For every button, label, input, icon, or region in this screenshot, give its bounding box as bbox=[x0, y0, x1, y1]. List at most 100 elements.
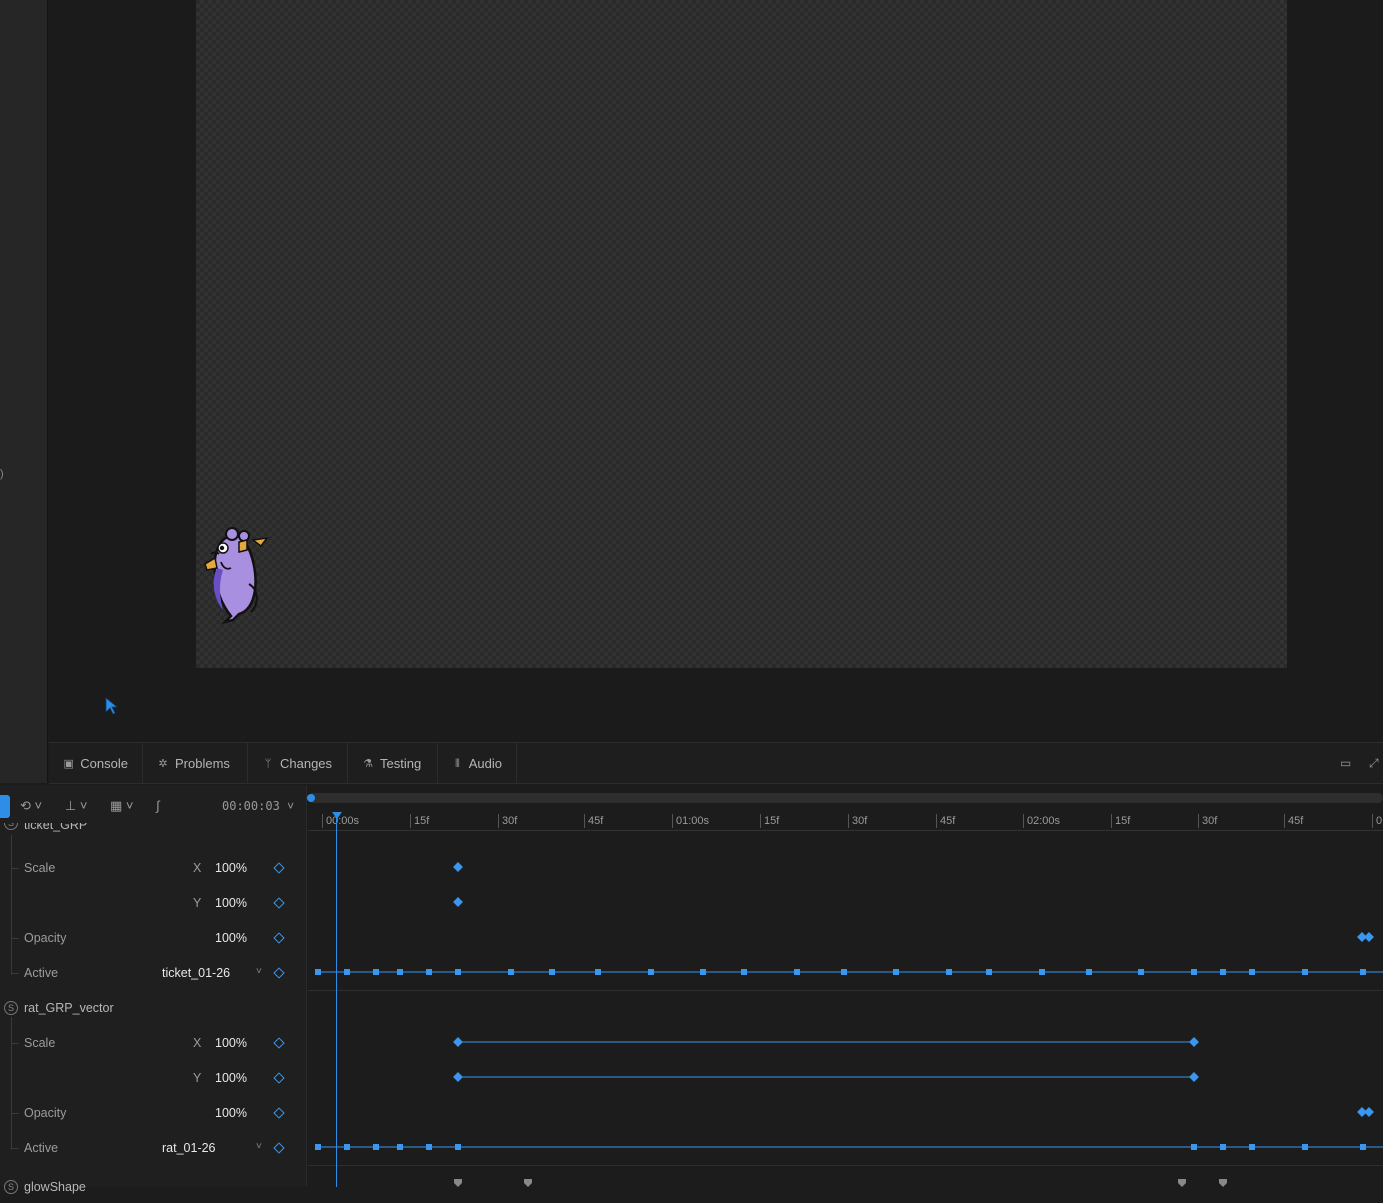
tab-label: Problems bbox=[175, 756, 230, 771]
hold-keyframe[interactable] bbox=[1220, 969, 1226, 975]
hold-keyframe[interactable] bbox=[344, 1144, 350, 1150]
property-row-active[interactable]: Active ticket_01-26 ˅ bbox=[0, 956, 307, 991]
rat-character-graphic[interactable] bbox=[201, 524, 273, 626]
chevron-down-icon[interactable]: ˅ bbox=[256, 966, 262, 977]
hold-keyframe[interactable] bbox=[648, 969, 654, 975]
marker-icon[interactable] bbox=[524, 1179, 532, 1187]
keyframe-diamond[interactable] bbox=[453, 1072, 463, 1082]
keyframe-diamond[interactable] bbox=[453, 1037, 463, 1047]
hold-keyframe[interactable] bbox=[397, 969, 403, 975]
property-value[interactable]: 100% bbox=[215, 896, 247, 910]
hold-keyframe[interactable] bbox=[700, 969, 706, 975]
hold-keyframe[interactable] bbox=[1302, 969, 1308, 975]
hold-keyframe[interactable] bbox=[1302, 1144, 1308, 1150]
stage-viewport[interactable] bbox=[49, 0, 1383, 742]
snap-icon[interactable]: ⊥ ˅ bbox=[65, 798, 88, 814]
tab-changes[interactable]: ᛘ Changes bbox=[248, 743, 348, 784]
marker-icon[interactable] bbox=[1219, 1179, 1227, 1187]
keyframe-toggle-icon[interactable] bbox=[273, 1142, 285, 1154]
keyframe-toggle-icon[interactable] bbox=[273, 967, 285, 979]
property-value[interactable]: 100% bbox=[215, 931, 247, 945]
property-row-opacity[interactable]: Opacity 100% bbox=[0, 921, 307, 956]
property-row-scale-x[interactable]: Scale X 100% bbox=[0, 851, 307, 886]
selection-tool-button[interactable] bbox=[0, 795, 10, 818]
hold-keyframe[interactable] bbox=[373, 969, 379, 975]
hold-keyframe[interactable] bbox=[1039, 969, 1045, 975]
hold-keyframe[interactable] bbox=[841, 969, 847, 975]
keyframe-toggle-icon[interactable] bbox=[273, 932, 285, 944]
hold-keyframe[interactable] bbox=[1360, 1144, 1366, 1150]
keyframe-diamond[interactable] bbox=[1189, 1072, 1199, 1082]
tab-console[interactable]: ▣ Console bbox=[49, 743, 143, 784]
hold-keyframe[interactable] bbox=[1220, 1144, 1226, 1150]
hold-keyframe[interactable] bbox=[455, 1144, 461, 1150]
property-value[interactable]: 100% bbox=[215, 861, 247, 875]
hold-keyframe[interactable] bbox=[986, 969, 992, 975]
hold-keyframe[interactable] bbox=[397, 1144, 403, 1150]
keyframe-toggle-icon[interactable] bbox=[273, 897, 285, 909]
hold-keyframe[interactable] bbox=[946, 969, 952, 975]
hold-keyframe[interactable] bbox=[426, 1144, 432, 1150]
hold-keyframe[interactable] bbox=[794, 969, 800, 975]
keyframe-toggle-icon[interactable] bbox=[273, 862, 285, 874]
hold-keyframe[interactable] bbox=[1249, 969, 1255, 975]
hold-keyframe[interactable] bbox=[315, 1144, 321, 1150]
tab-audio[interactable]: ⦀ Audio bbox=[438, 743, 517, 784]
playhead-line[interactable] bbox=[336, 812, 337, 1187]
hold-keyframe[interactable] bbox=[315, 969, 321, 975]
tab-testing[interactable]: ⚗ Testing bbox=[348, 743, 438, 784]
hold-keyframe[interactable] bbox=[549, 969, 555, 975]
keyframe-diamond[interactable] bbox=[453, 862, 463, 872]
loop-mode-icon[interactable]: ⟲ ˅ bbox=[20, 798, 42, 814]
keyframe-diamond[interactable] bbox=[1364, 932, 1374, 942]
property-row-scale-y[interactable]: Y 100% bbox=[0, 1061, 307, 1096]
keyframe-diamond[interactable] bbox=[453, 897, 463, 907]
group-row-ticket-grp[interactable]: ticket_GRP S bbox=[0, 823, 307, 837]
property-row-opacity[interactable]: Opacity 100% bbox=[0, 1096, 307, 1131]
hold-keyframe[interactable] bbox=[741, 969, 747, 975]
panel-layout-icon[interactable]: ▭ bbox=[1340, 756, 1354, 770]
hold-keyframe[interactable] bbox=[1138, 969, 1144, 975]
tree-branch bbox=[11, 1148, 19, 1149]
timecode-display[interactable]: 00:00:03 ˅ bbox=[222, 799, 294, 814]
group-row-glowshape[interactable]: S glowShape bbox=[0, 1173, 307, 1203]
timeline-tracks-panel[interactable]: 00:00s 15f 30f 45f 01:00s 15f 30f 45f 02:00s 15f 3… bbox=[307, 785, 1383, 1187]
property-row-scale-x[interactable]: Scale X 100% bbox=[0, 1026, 307, 1061]
marker-icon[interactable] bbox=[454, 1179, 462, 1187]
hold-keyframe[interactable] bbox=[1360, 969, 1366, 975]
property-row-active[interactable]: Active rat_01-26 ˅ bbox=[0, 1131, 307, 1166]
property-value[interactable]: 100% bbox=[215, 1106, 247, 1120]
hold-keyframe[interactable] bbox=[1086, 969, 1092, 975]
hold-keyframe[interactable] bbox=[508, 969, 514, 975]
keyframe-diamond[interactable] bbox=[1364, 1107, 1374, 1117]
keyframe-diamond[interactable] bbox=[1189, 1037, 1199, 1047]
tab-problems[interactable]: ✲ Problems bbox=[143, 743, 248, 784]
group-row-rat-grp-vector[interactable]: S rat_GRP_vector bbox=[0, 994, 307, 1024]
keyframe-toggle-icon[interactable] bbox=[273, 1107, 285, 1119]
playhead-handle[interactable] bbox=[332, 812, 342, 819]
hold-keyframe[interactable] bbox=[893, 969, 899, 975]
active-select[interactable]: ticket_01-26 bbox=[162, 966, 230, 980]
hold-keyframe[interactable] bbox=[1191, 1144, 1197, 1150]
hold-keyframe[interactable] bbox=[455, 969, 461, 975]
hold-keyframe[interactable] bbox=[1249, 1144, 1255, 1150]
artboard-canvas[interactable] bbox=[196, 0, 1287, 668]
hold-keyframe[interactable] bbox=[373, 1144, 379, 1150]
keyframe-tracks[interactable] bbox=[308, 785, 1383, 1187]
easing-curve-icon[interactable]: ∫ bbox=[156, 798, 160, 814]
property-row-scale-y[interactable]: Y 100% bbox=[0, 886, 307, 921]
axis-label: X bbox=[193, 1036, 202, 1050]
hold-keyframe[interactable] bbox=[344, 969, 350, 975]
active-select[interactable]: rat_01-26 bbox=[162, 1141, 216, 1155]
hold-keyframe[interactable] bbox=[426, 969, 432, 975]
keyframe-toggle-icon[interactable] bbox=[273, 1037, 285, 1049]
keyframe-toggle-icon[interactable] bbox=[273, 1072, 285, 1084]
view-options-icon[interactable]: ▦ ˅ bbox=[110, 798, 134, 814]
chevron-down-icon[interactable]: ˅ bbox=[256, 1141, 262, 1152]
maximize-panel-icon[interactable]: ⤢ bbox=[1369, 756, 1383, 770]
hold-keyframe[interactable] bbox=[595, 969, 601, 975]
hold-keyframe[interactable] bbox=[1191, 969, 1197, 975]
marker-icon[interactable] bbox=[1178, 1179, 1186, 1187]
property-value[interactable]: 100% bbox=[215, 1071, 247, 1085]
property-value[interactable]: 100% bbox=[215, 1036, 247, 1050]
